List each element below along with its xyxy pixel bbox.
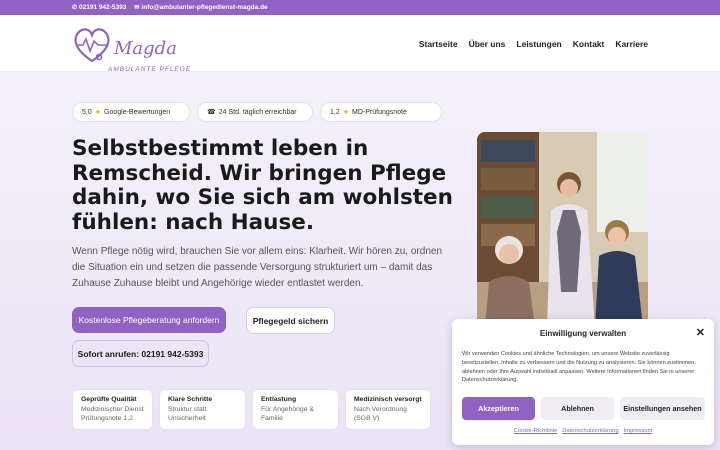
main-nav: Startseite Über uns Leistungen Kontakt K… bbox=[419, 39, 648, 49]
feature-desc: Struktur statt bbox=[168, 405, 207, 413]
call-now-button[interactable]: Sofort anrufen: 02191 942-5393 bbox=[72, 340, 209, 367]
feature-card-steps: Klare Schritte Struktur statt Unsicherhe… bbox=[159, 389, 246, 430]
mail-icon: ✉ bbox=[134, 5, 140, 11]
nav-item-ueber-uns[interactable]: Über uns bbox=[469, 39, 506, 49]
consent-title: Einwilligung verwalten bbox=[539, 329, 627, 338]
nav-item-startseite[interactable]: Startseite bbox=[419, 39, 458, 49]
badge-availability: ☎ 24 Std. täglich erreichbar bbox=[197, 102, 313, 122]
nav-item-leistungen[interactable]: Leistungen bbox=[516, 39, 561, 49]
consent-deny-button[interactable]: Ablehnen bbox=[541, 397, 614, 420]
nav-item-karriere[interactable]: Karriere bbox=[615, 39, 648, 49]
consent-settings-button[interactable]: Einstellungen ansehen bbox=[620, 397, 705, 420]
topbar-phone-text: 02191 942-5393 bbox=[79, 4, 127, 11]
cookie-consent-dialog: Einwilligung verwalten ✕ Wir verwenden C… bbox=[452, 319, 714, 445]
consent-text: Wir verwenden Cookies und ähnliche Techn… bbox=[462, 351, 696, 384]
md-grade-label: MD-Prüfungsnote bbox=[352, 108, 407, 116]
topbar-email-text: info@ambulanter-pflegedienst-magda.de bbox=[141, 4, 268, 11]
site-header: Magda AMBULANTE PFLEGE Startseite Über u… bbox=[0, 15, 720, 73]
topbar-email[interactable]: ✉ info@ambulanter-pflegedienst-magda.de bbox=[134, 4, 267, 11]
care-allowance-button[interactable]: Pflegegeld sichern bbox=[246, 307, 335, 334]
feature-desc: Familie bbox=[261, 415, 283, 422]
feature-title: Medizinisch versorgt bbox=[354, 396, 422, 403]
nav-item-kontakt[interactable]: Kontakt bbox=[573, 39, 605, 49]
hero-lead: Wenn Pflege nötig wird, brauchen Sie vor… bbox=[72, 246, 443, 289]
availability-label: 24 Std. täglich erreichbar bbox=[218, 108, 297, 116]
top-contact-bar: ✆ 02191 942-5393 ✉ info@ambulanter-pfleg… bbox=[0, 0, 720, 15]
imprint-link[interactable]: Impressum bbox=[624, 428, 653, 434]
md-grade-value: 1,2 bbox=[330, 108, 340, 116]
feature-desc: Unsicherheit bbox=[168, 415, 206, 422]
feature-card-quality: Geprüfte Qualität Medizinischer Dienst P… bbox=[72, 389, 153, 430]
star-icon: ★ bbox=[94, 109, 102, 116]
phone-icon: ✆ bbox=[72, 5, 78, 11]
star-icon: ★ bbox=[342, 109, 350, 116]
feature-card-medical: Medizinisch versorgt Nach Verordnung (SG… bbox=[345, 389, 431, 430]
badge-md-grade: 1,2 ★ MD-Prüfungsnote bbox=[320, 102, 442, 122]
feature-title: Entlastung bbox=[261, 396, 297, 403]
google-rating-label: Google-Bewertungen bbox=[104, 108, 171, 116]
feature-title: Klare Schritte bbox=[168, 396, 213, 403]
feature-desc: (SGB V) bbox=[354, 415, 380, 422]
feature-desc: Medizinischer Dienst bbox=[81, 405, 144, 413]
hero-photo bbox=[477, 132, 648, 327]
cookie-policy-link[interactable]: Cookie-Richtlinie bbox=[514, 428, 558, 434]
google-rating-value: 5,0 bbox=[82, 108, 92, 116]
feature-card-relief: Entlastung Für Angehörige & Familie bbox=[252, 389, 339, 430]
feature-desc: Nach Verordnung bbox=[354, 405, 407, 413]
phone-icon: ☎ bbox=[207, 109, 216, 116]
consent-accept-button[interactable]: Akzeptieren bbox=[462, 397, 535, 420]
topbar-phone[interactable]: ✆ 02191 942-5393 bbox=[72, 4, 126, 11]
close-icon[interactable]: ✕ bbox=[696, 326, 705, 339]
request-consultation-button[interactable]: Kostenlose Pflegeberatung anfordern bbox=[72, 307, 226, 333]
badge-google-rating: 5,0 ★ Google-Bewertungen bbox=[72, 102, 190, 122]
privacy-policy-link[interactable]: Datenschutzerklärung bbox=[562, 428, 618, 434]
feature-cards: Geprüfte Qualität Medizinischer Dienst P… bbox=[72, 389, 431, 430]
hero-title: Selbstbestimmt leben in Remscheid. Wir b… bbox=[72, 136, 453, 235]
feature-desc: Prüfungsnote 1,2 bbox=[81, 415, 133, 422]
trust-badges: 5,0 ★ Google-Bewertungen ☎ 24 Std. tägli… bbox=[72, 102, 442, 122]
feature-desc: Für Angehörige & bbox=[261, 405, 314, 413]
consent-links: Cookie-Richtlinie Datenschutzerklärung I… bbox=[452, 428, 714, 434]
brand-name: Magda bbox=[114, 38, 177, 59]
feature-title: Geprüfte Qualität bbox=[81, 396, 137, 403]
